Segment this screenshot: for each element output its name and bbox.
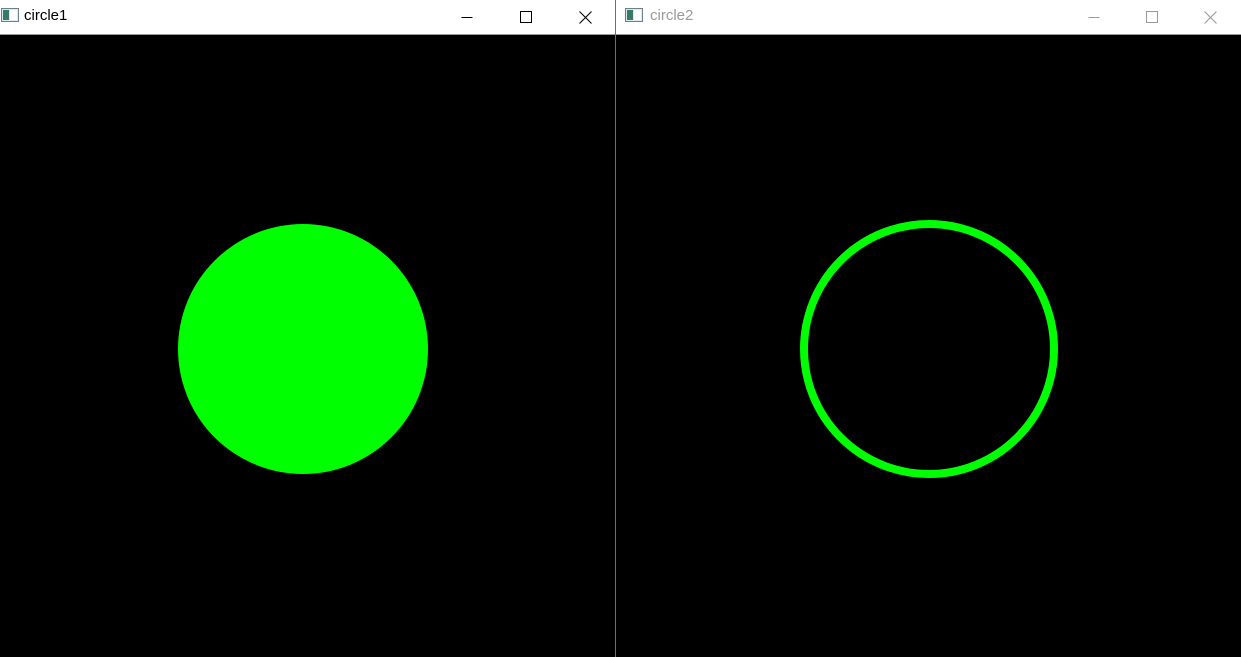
- minimize-icon: [1088, 17, 1100, 18]
- window-title: circle1: [24, 7, 68, 24]
- close-icon: [1203, 10, 1217, 24]
- window-titlebar[interactable]: circle2: [616, 0, 1241, 35]
- circle-drawing: [800, 220, 1058, 478]
- minimize-button[interactable]: [444, 0, 490, 34]
- app-window-icon: [1, 8, 19, 22]
- window-circle2[interactable]: circle2: [616, 0, 1241, 657]
- maximize-icon: [1146, 11, 1158, 23]
- desktop: circle1 circle2: [0, 0, 1241, 657]
- outline-circle: [800, 220, 1058, 478]
- minimize-button[interactable]: [1071, 0, 1117, 34]
- window-titlebar[interactable]: circle1: [0, 0, 615, 35]
- maximize-button[interactable]: [1129, 0, 1175, 34]
- filled-circle: [178, 224, 428, 474]
- close-button[interactable]: [562, 0, 608, 34]
- window-circle1[interactable]: circle1: [0, 0, 615, 657]
- maximize-icon: [520, 11, 532, 23]
- close-button[interactable]: [1187, 0, 1233, 34]
- image-canvas: [0, 35, 615, 657]
- window-title: circle2: [650, 7, 694, 24]
- circle-drawing: [178, 224, 428, 474]
- app-window-icon: [625, 8, 643, 22]
- image-canvas: [616, 35, 1241, 657]
- maximize-button[interactable]: [503, 0, 549, 34]
- minimize-icon: [461, 17, 473, 18]
- close-icon: [578, 10, 592, 24]
